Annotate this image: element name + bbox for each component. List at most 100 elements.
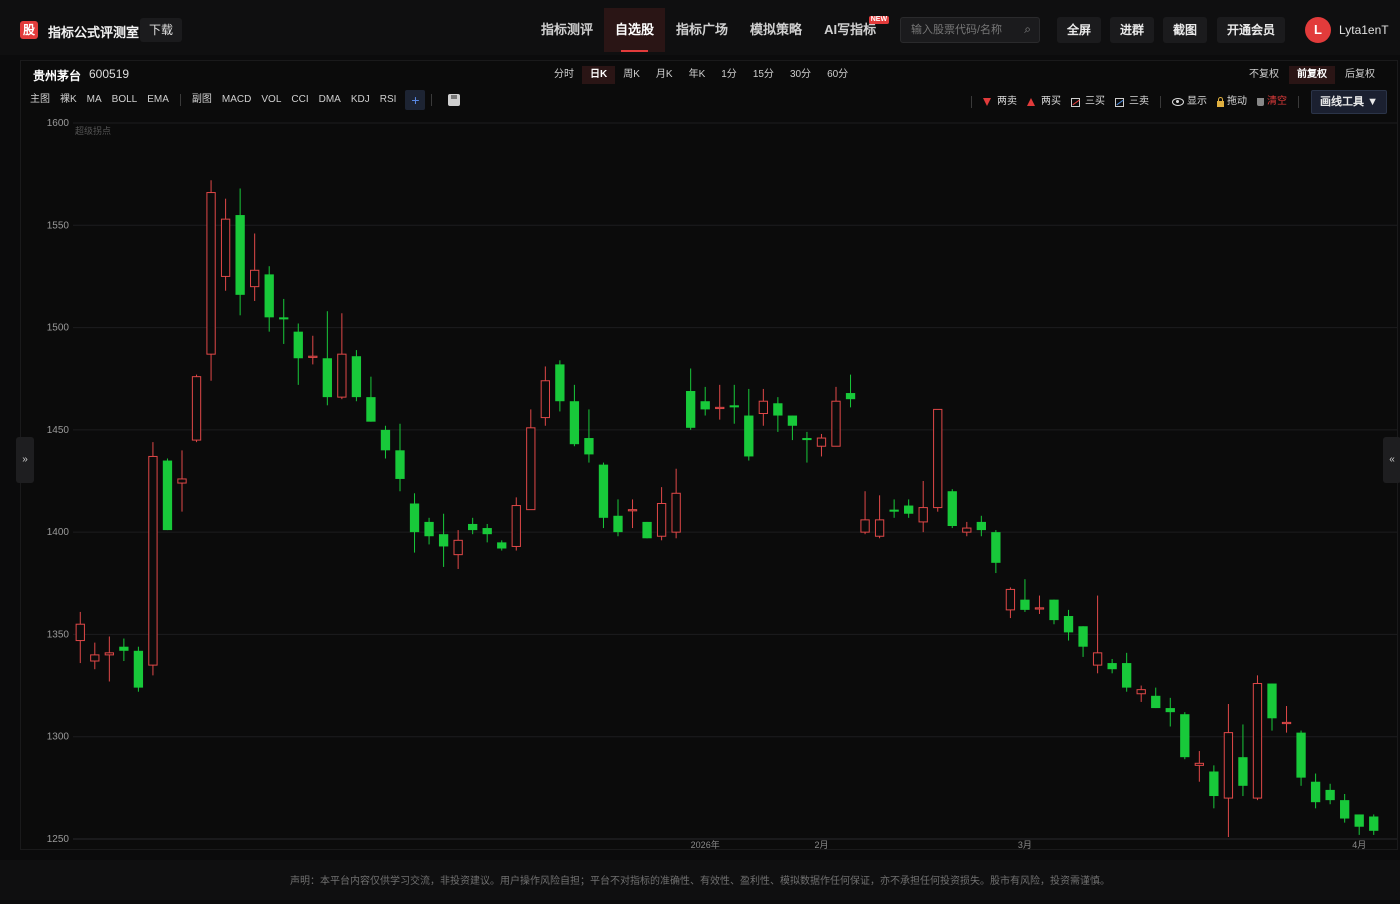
candle-body xyxy=(337,353,347,398)
candle-body xyxy=(177,478,187,484)
expand-right-icon[interactable]: « xyxy=(1383,437,1400,483)
candle-body xyxy=(438,534,449,547)
app-logo-icon: 股 xyxy=(20,21,38,39)
nav-ai-indicator[interactable]: AI写指标 NEW xyxy=(813,8,890,52)
candle-body xyxy=(1005,588,1016,611)
open-vip-button[interactable]: 开通会员 xyxy=(1217,17,1286,43)
new-badge: NEW xyxy=(868,16,890,24)
candle-body xyxy=(889,509,899,512)
candle-body xyxy=(162,460,173,531)
y-tick-label: 1450 xyxy=(47,425,70,436)
candle-body xyxy=(758,400,768,414)
candle-body xyxy=(584,438,594,455)
candle-body xyxy=(874,519,885,537)
candle-body xyxy=(453,539,463,556)
candle-body xyxy=(904,505,914,514)
candle-body xyxy=(642,521,652,539)
candle-body xyxy=(104,652,114,656)
candle-body xyxy=(918,507,928,523)
candle-body xyxy=(555,364,565,402)
candle-body xyxy=(1209,771,1219,797)
expand-left-icon[interactable]: » xyxy=(16,437,34,483)
candle-body xyxy=(729,405,739,408)
candle-body xyxy=(1092,652,1103,666)
candle-body xyxy=(773,403,783,416)
candle-body xyxy=(1049,599,1059,621)
nav-watchlist[interactable]: 自选股 xyxy=(604,8,666,52)
candle-body xyxy=(409,503,420,533)
candle-body xyxy=(656,503,667,537)
candle-body xyxy=(715,406,725,410)
candle-body xyxy=(264,274,274,318)
candle-body xyxy=(1310,781,1321,803)
candle-body xyxy=(1340,800,1350,819)
candle-body xyxy=(845,393,856,400)
candle-body xyxy=(1165,708,1175,713)
candle-body xyxy=(250,269,260,288)
x-tick-label: 2月 xyxy=(814,840,828,850)
y-tick-label: 1600 xyxy=(47,118,70,129)
disclaimer: 声明：本平台内容仅供学习交流，非投资建议。用户操作风险自担；平台不对指标的准确性… xyxy=(0,860,1400,900)
candle-body xyxy=(351,356,362,398)
candle-body xyxy=(860,519,870,533)
candle-body xyxy=(744,415,754,457)
candle-body xyxy=(322,358,332,398)
candle-body xyxy=(598,464,609,518)
username[interactable]: Lyta1enT xyxy=(1339,23,1389,37)
y-tick-label: 1350 xyxy=(47,629,70,640)
candle-body xyxy=(497,542,507,549)
candle-body xyxy=(75,623,85,642)
x-tick-label: 2026年 xyxy=(691,839,720,850)
stock-search: ⌕ xyxy=(900,17,1040,43)
candle-body xyxy=(482,528,492,535)
candle-body xyxy=(1267,683,1277,719)
candle-body xyxy=(540,380,550,419)
candle-body xyxy=(526,427,536,511)
nav-indicator-test[interactable]: 指标测评 xyxy=(530,8,604,52)
candle-body xyxy=(90,654,100,662)
candle-body xyxy=(627,509,638,512)
candle-body xyxy=(511,505,521,547)
candle-body xyxy=(700,401,710,410)
screenshot-button[interactable]: 截图 xyxy=(1163,17,1208,43)
candlestick-chart[interactable]: 1250 1300 1350 1400 1450 1500 1550 1600 超级拐点 2026… xyxy=(21,61,1399,851)
candle-body xyxy=(380,429,391,451)
candle-body xyxy=(1369,816,1379,831)
candle-body xyxy=(366,397,376,422)
y-tick-label: 1300 xyxy=(47,732,70,743)
candle-body xyxy=(1223,732,1234,799)
join-group-button[interactable]: 进群 xyxy=(1110,17,1155,43)
search-icon[interactable]: ⌕ xyxy=(1024,22,1031,37)
fullscreen-button[interactable]: 全屏 xyxy=(1057,17,1102,43)
candle-body xyxy=(569,401,580,445)
stock-search-input[interactable] xyxy=(901,18,1021,42)
candle-body xyxy=(1325,789,1335,801)
y-tick-label: 1400 xyxy=(47,527,70,538)
candle-body xyxy=(1078,626,1088,647)
candle-body xyxy=(1151,695,1161,709)
chart-annotation: 超级拐点 xyxy=(75,125,111,136)
candle-body xyxy=(395,450,405,479)
user-avatar[interactable]: L xyxy=(1305,17,1331,43)
main-nav: 指标测评 自选股 指标广场 模拟策略 AI写指标 NEW xyxy=(530,8,890,52)
y-tick-label: 1500 xyxy=(47,323,70,334)
candle-body xyxy=(279,317,289,320)
candle-body xyxy=(424,521,434,537)
nav-indicator-square[interactable]: 指标广场 xyxy=(665,8,739,52)
candle-body xyxy=(947,491,957,527)
candle-body xyxy=(148,455,158,666)
candle-body xyxy=(1296,732,1306,778)
chart-panel: 贵州茅台 600519 分时 日K 周K 月K 年K 1分 15分 30分 60… xyxy=(20,60,1398,850)
candle-body xyxy=(468,523,478,531)
candle-body xyxy=(991,532,1001,563)
candle-body xyxy=(1252,683,1263,799)
candle-body xyxy=(962,527,972,533)
candle-body xyxy=(1281,721,1292,725)
candle-body xyxy=(1136,689,1146,695)
nav-simulated-strategy[interactable]: 模拟策略 xyxy=(739,8,813,52)
candle-body xyxy=(206,192,216,355)
candle-body xyxy=(671,492,681,533)
download-button[interactable]: 下载 xyxy=(140,18,183,42)
candle-body xyxy=(308,355,318,358)
candle-body xyxy=(613,515,623,533)
